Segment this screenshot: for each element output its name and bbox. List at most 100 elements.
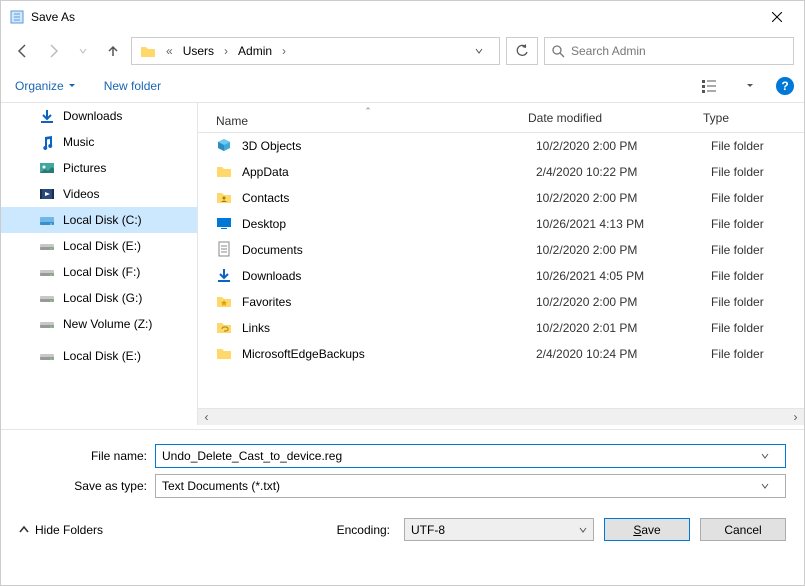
scroll-right[interactable]: › bbox=[787, 409, 804, 426]
tree-item[interactable]: Local Disk (C:) bbox=[1, 207, 197, 233]
folder-icon bbox=[216, 345, 234, 363]
tree-item-label: Local Disk (E:) bbox=[63, 349, 141, 363]
tree-item-label: Local Disk (G:) bbox=[63, 291, 142, 305]
file-row[interactable]: Desktop10/26/2021 4:13 PMFile folder bbox=[198, 211, 804, 237]
column-headers[interactable]: ⌃ Name Date modified Type bbox=[198, 103, 804, 133]
file-name: Favorites bbox=[242, 295, 536, 309]
desktop-icon bbox=[216, 215, 234, 233]
links-icon bbox=[216, 319, 234, 337]
breadcrumb-chevron[interactable]: « bbox=[164, 44, 175, 58]
pictures-icon bbox=[39, 160, 55, 176]
encoding-label: Encoding: bbox=[337, 523, 390, 537]
refresh-button[interactable] bbox=[506, 37, 538, 65]
address-dropdown[interactable] bbox=[475, 47, 497, 55]
breadcrumb-root[interactable] bbox=[134, 39, 162, 63]
tree-item-label: Local Disk (E:) bbox=[63, 239, 141, 253]
file-row[interactable]: Downloads10/26/2021 4:05 PMFile folder bbox=[198, 263, 804, 289]
address-bar[interactable]: « Users › Admin › bbox=[131, 37, 500, 65]
tree-item[interactable]: Local Disk (G:) bbox=[1, 285, 197, 311]
recent-dropdown[interactable] bbox=[71, 39, 95, 63]
file-name: AppData bbox=[242, 165, 536, 179]
back-button[interactable] bbox=[11, 39, 35, 63]
tree-item[interactable]: Local Disk (E:) bbox=[1, 233, 197, 259]
tree-item-label: Videos bbox=[63, 187, 99, 201]
organize-menu[interactable]: Organize bbox=[11, 75, 80, 97]
navigation-tree[interactable]: Downloads MusicPictures Videos Local Disk (… bbox=[1, 103, 198, 425]
music-icon bbox=[39, 134, 55, 150]
filename-input[interactable] bbox=[162, 449, 761, 463]
up-button[interactable] bbox=[101, 39, 125, 63]
download-icon bbox=[216, 267, 234, 285]
cancel-button[interactable]: Cancel bbox=[700, 518, 786, 541]
drive-icon bbox=[39, 316, 55, 332]
help-button[interactable]: ? bbox=[776, 77, 794, 95]
file-name: MicrosoftEdgeBackups bbox=[242, 347, 536, 361]
scroll-left[interactable]: ‹ bbox=[198, 409, 215, 426]
file-row[interactable]: Documents10/2/2020 2:00 PMFile folder bbox=[198, 237, 804, 263]
new-folder-button[interactable]: New folder bbox=[100, 75, 165, 97]
breadcrumb-chevron[interactable]: › bbox=[280, 44, 288, 58]
window-title: Save As bbox=[31, 10, 754, 24]
disk-icon bbox=[39, 212, 55, 228]
tree-item[interactable]: Pictures bbox=[1, 155, 197, 181]
breadcrumb-admin[interactable]: Admin bbox=[232, 39, 278, 63]
chevron-up-icon bbox=[19, 525, 29, 535]
file-row[interactable]: 3D Objects10/2/2020 2:00 PMFile folder bbox=[198, 133, 804, 159]
drive-icon bbox=[39, 290, 55, 306]
encoding-combo[interactable]: UTF-8 bbox=[404, 518, 594, 541]
tree-item-label: Local Disk (F:) bbox=[63, 265, 140, 279]
drive-icon bbox=[39, 238, 55, 254]
view-options-button[interactable] bbox=[696, 74, 724, 98]
file-row[interactable]: Links10/2/2020 2:01 PMFile folder bbox=[198, 315, 804, 341]
save-button[interactable]: Save bbox=[604, 518, 690, 541]
file-row[interactable]: Contacts10/2/2020 2:00 PMFile folder bbox=[198, 185, 804, 211]
saveastype-combo[interactable]: Text Documents (*.txt) bbox=[155, 474, 786, 498]
app-icon bbox=[9, 9, 25, 25]
file-date: 10/2/2020 2:00 PM bbox=[536, 295, 711, 309]
breadcrumb-users[interactable]: Users bbox=[177, 39, 220, 63]
hide-folders-toggle[interactable]: Hide Folders bbox=[19, 523, 103, 537]
column-type[interactable]: Type bbox=[703, 111, 794, 125]
close-button[interactable] bbox=[754, 1, 800, 33]
file-row[interactable]: MicrosoftEdgeBackups2/4/2020 10:24 PMFil… bbox=[198, 341, 804, 367]
tree-item[interactable]: Local Disk (F:) bbox=[1, 259, 197, 285]
tree-item[interactable]: Local Disk (E:) bbox=[1, 343, 197, 369]
title-bar: Save As bbox=[1, 1, 804, 33]
column-date[interactable]: Date modified bbox=[528, 111, 703, 125]
breadcrumb-chevron[interactable]: › bbox=[222, 44, 230, 58]
file-type: File folder bbox=[711, 347, 804, 361]
file-name: Documents bbox=[242, 243, 536, 257]
file-type: File folder bbox=[711, 295, 804, 309]
forward-button[interactable] bbox=[41, 39, 65, 63]
search-box[interactable] bbox=[544, 37, 794, 65]
navigation-row: « Users › Admin › bbox=[1, 33, 804, 69]
file-row[interactable]: AppData2/4/2020 10:22 PMFile folder bbox=[198, 159, 804, 185]
file-date: 2/4/2020 10:24 PM bbox=[536, 347, 711, 361]
file-list[interactable]: 3D Objects10/2/2020 2:00 PMFile folderAp… bbox=[198, 133, 804, 408]
file-date: 10/26/2021 4:13 PM bbox=[536, 217, 711, 231]
file-row[interactable]: Favorites10/2/2020 2:00 PMFile folder bbox=[198, 289, 804, 315]
videos-icon bbox=[39, 186, 55, 202]
file-date: 10/26/2021 4:05 PM bbox=[536, 269, 711, 283]
file-name: Downloads bbox=[242, 269, 536, 283]
search-input[interactable] bbox=[571, 44, 787, 58]
saveastype-value: Text Documents (*.txt) bbox=[162, 479, 280, 493]
saveastype-dropdown[interactable] bbox=[761, 482, 779, 490]
folder-icon bbox=[216, 163, 234, 181]
filename-field[interactable] bbox=[155, 444, 786, 468]
view-dropdown[interactable] bbox=[744, 74, 756, 98]
tree-item[interactable]: New Volume (Z:) bbox=[1, 311, 197, 337]
tree-item-label: Downloads bbox=[63, 109, 122, 123]
search-icon bbox=[551, 44, 565, 58]
encoding-dropdown[interactable] bbox=[579, 526, 587, 534]
file-type: File folder bbox=[711, 217, 804, 231]
horizontal-scrollbar[interactable]: ‹ › bbox=[198, 408, 804, 425]
tree-item[interactable]: Music bbox=[1, 129, 197, 155]
tree-item[interactable]: Downloads bbox=[1, 103, 197, 129]
column-name[interactable]: Name bbox=[208, 114, 528, 128]
drive-icon bbox=[39, 264, 55, 280]
tree-item[interactable]: Videos bbox=[1, 181, 197, 207]
file-type: File folder bbox=[711, 139, 804, 153]
filename-dropdown[interactable] bbox=[761, 452, 779, 460]
file-date: 10/2/2020 2:00 PM bbox=[536, 191, 711, 205]
